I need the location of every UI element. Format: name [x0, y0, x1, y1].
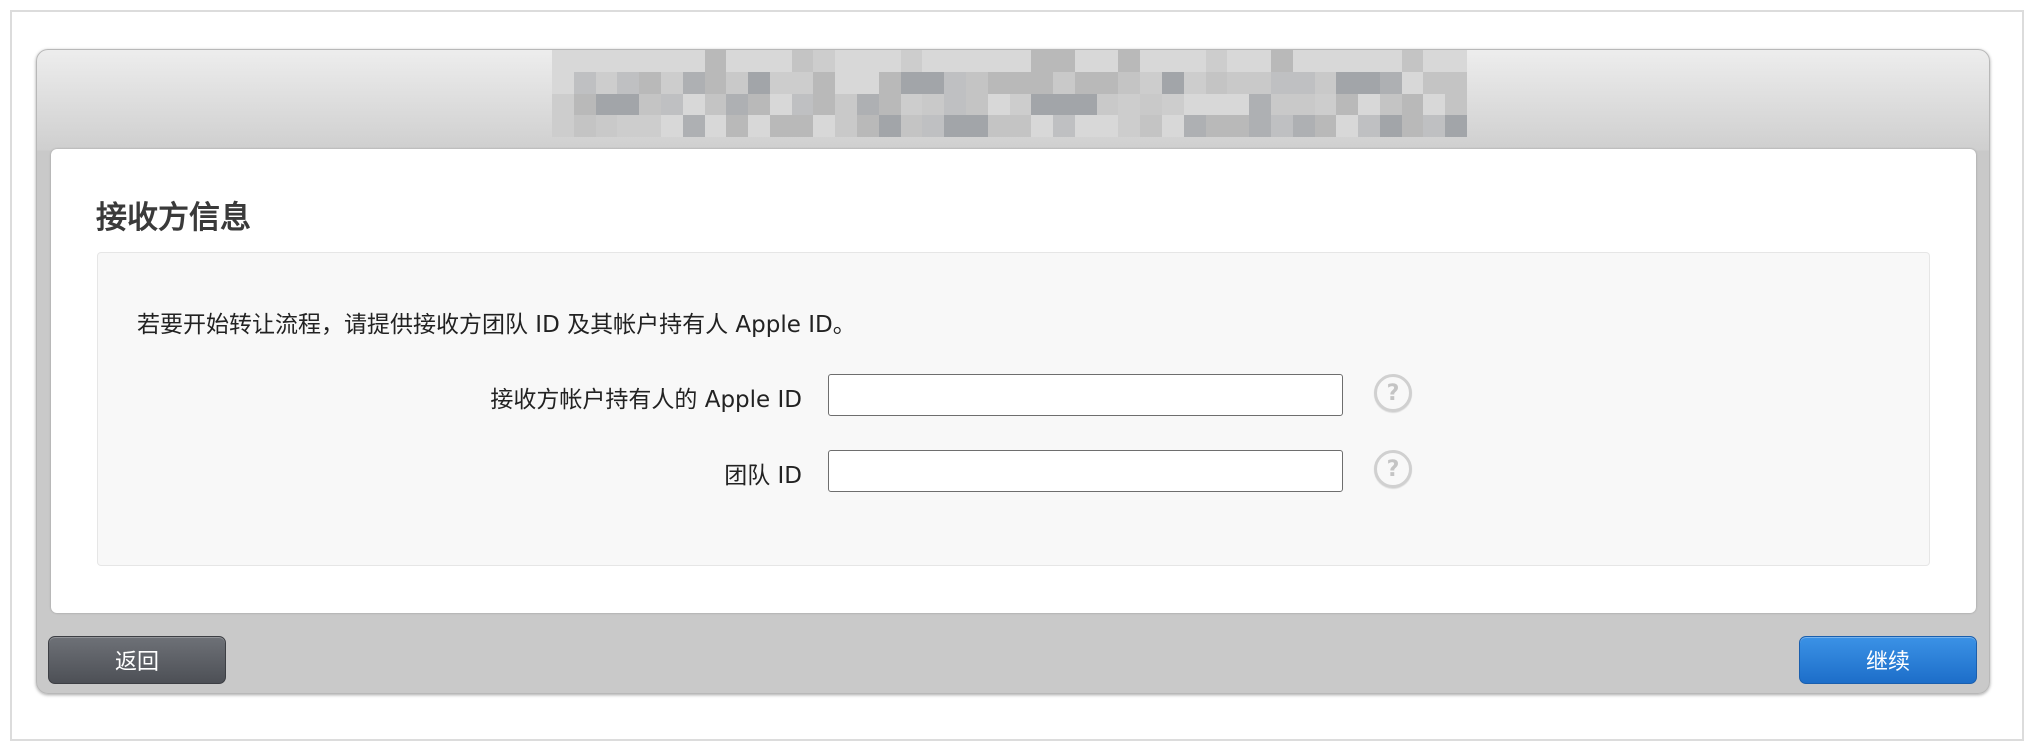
apple-id-label: 接收方帐户持有人的 Apple ID: [490, 387, 802, 413]
content-card: 接收方信息 若要开始转让流程，请提供接收方团队 ID 及其帐户持有人 Apple…: [51, 149, 1976, 613]
intro-text: 若要开始转让流程，请提供接收方团队 ID 及其帐户持有人 Apple ID。: [137, 312, 856, 338]
continue-button[interactable]: 继续: [1799, 636, 1977, 684]
team-id-input[interactable]: [828, 450, 1343, 492]
apple-id-row: 接收方帐户持有人的 Apple ID ?: [98, 374, 1929, 416]
question-circle-icon[interactable]: ?: [1374, 374, 1412, 412]
apple-id-input[interactable]: [828, 374, 1343, 416]
team-id-label: 团队 ID: [724, 463, 802, 489]
team-id-row: 团队 ID ?: [98, 450, 1929, 492]
question-circle-icon[interactable]: ?: [1374, 450, 1412, 488]
blurred-title: [552, 50, 1467, 137]
form-panel: 若要开始转让流程，请提供接收方团队 ID 及其帐户持有人 Apple ID。 接…: [97, 252, 1930, 566]
section-title: 接收方信息: [96, 200, 251, 236]
dialog-window: 接收方信息 若要开始转让流程，请提供接收方团队 ID 及其帐户持有人 Apple…: [36, 49, 1990, 694]
back-button[interactable]: 返回: [48, 636, 226, 684]
